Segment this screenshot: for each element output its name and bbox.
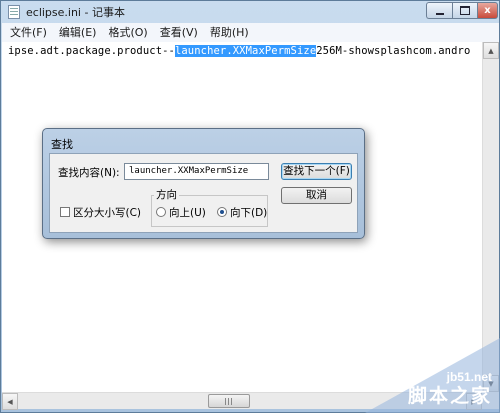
direction-up-radio[interactable] [156,207,166,217]
scroll-down-button[interactable]: ▼ [483,375,499,392]
direction-down-radio[interactable] [217,207,227,217]
text-after-selection: 256M-showsplashcom.andro [316,45,471,57]
scroll-left-button[interactable]: ◀ [2,393,18,410]
selected-text: launcher.XXMaxPermSize [174,45,317,57]
minimize-icon [436,12,444,15]
find-next-button[interactable]: 查找下一个(F) [281,163,352,180]
cancel-button[interactable]: 取消 [281,187,352,204]
horizontal-scroll-thumb[interactable] [208,394,250,408]
find-dialog-title: 查找 [51,138,73,151]
maximize-button[interactable] [452,2,478,19]
close-button[interactable]: x [477,2,498,19]
close-icon: x [484,5,491,16]
scrollbar-corner [482,392,499,409]
menu-format[interactable]: 格式(O) [102,23,153,42]
find-what-label: 查找内容(N): [58,167,120,179]
menu-edit[interactable]: 编辑(E) [53,23,103,42]
match-case-checkbox[interactable] [60,207,70,217]
vertical-scrollbar[interactable]: ▲ ▼ [482,42,499,392]
menu-view[interactable]: 查看(V) [154,23,204,42]
minimize-button[interactable] [426,2,453,19]
notepad-icon[interactable] [8,5,20,19]
scroll-up-button[interactable]: ▲ [483,42,499,59]
editor-line: ipse.adt.package.product--launcher.XXMax… [8,45,470,57]
find-dialog: 查找 查找内容(N): launcher.XXMaxPermSize 查找下一个… [42,128,365,239]
direction-down-label: 向下(D) [230,207,268,219]
match-case-label: 区分大小写(C) [73,207,142,219]
text-before-selection: ipse.adt.package.product-- [8,45,175,57]
direction-label: 方向 [154,187,179,202]
window-title: eclipse.ini - 记事本 [26,6,125,19]
find-dialog-body: 查找内容(N): launcher.XXMaxPermSize 查找下一个(F)… [49,153,358,233]
menu-help[interactable]: 帮助(H) [204,23,255,42]
maximize-icon [460,6,470,15]
title-bar[interactable]: eclipse.ini - 记事本 x [1,1,499,23]
horizontal-scrollbar[interactable]: ◀ ▶ [2,392,482,410]
scroll-right-button[interactable]: ▶ [466,393,482,410]
menu-bar: 文件(F) 编辑(E) 格式(O) 查看(V) 帮助(H) [2,23,499,43]
find-what-input[interactable]: launcher.XXMaxPermSize [124,163,269,180]
menu-file[interactable]: 文件(F) [2,23,53,42]
direction-up-label: 向上(U) [169,207,206,219]
